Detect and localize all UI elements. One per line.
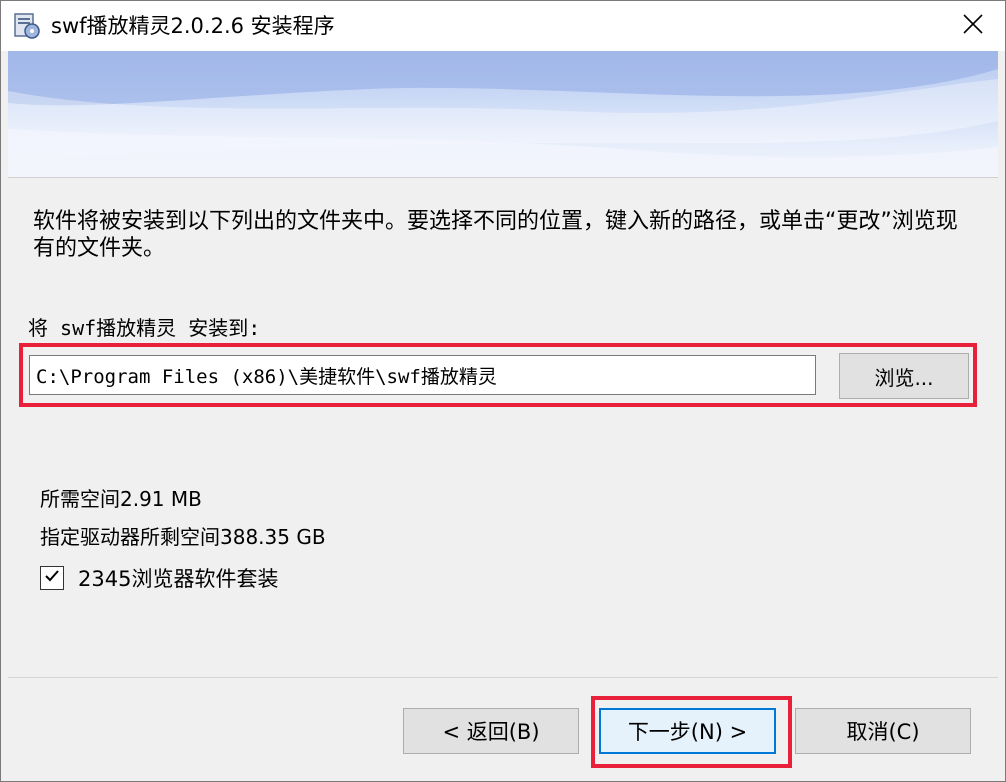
- install-location-label: 将 swf播放精灵 安装到:: [28, 316, 261, 340]
- install-path-input[interactable]: [29, 355, 816, 395]
- header-banner: [8, 51, 998, 177]
- installer-window: swf播放精灵2.0.2.6 安装程序 软件将被安装到以下列出的文件夹中。要选择…: [0, 0, 1006, 782]
- title-bar: swf播放精灵2.0.2.6 安装程序: [1, 1, 1005, 51]
- close-button[interactable]: [941, 1, 1005, 51]
- bundle-checkbox-label: 2345浏览器软件套装: [78, 567, 279, 591]
- close-icon: [962, 13, 984, 39]
- next-button[interactable]: 下一步(N) >: [599, 708, 776, 754]
- browse-button[interactable]: 浏览...: [839, 353, 969, 399]
- instruction-text: 软件将被安装到以下列出的文件夹中。要选择不同的位置，键入新的路径，或单击“更改”…: [33, 209, 958, 261]
- back-button[interactable]: < 返回(B): [403, 708, 579, 754]
- checkmark-icon: [43, 567, 61, 589]
- cancel-button[interactable]: 取消(C): [795, 708, 971, 754]
- free-space-text: 指定驱动器所剩空间388.35 GB: [40, 525, 326, 549]
- content-panel: 软件将被安装到以下列出的文件夹中。要选择不同的位置，键入新的路径，或单击“更改”…: [8, 177, 998, 676]
- window-title: swf播放精灵2.0.2.6 安装程序: [51, 14, 335, 38]
- bundle-checkbox[interactable]: [40, 566, 64, 590]
- required-space-text: 所需空间2.91 MB: [40, 487, 202, 511]
- next-button-label: 下一步(N) >: [627, 720, 748, 744]
- bundle-checkbox-row[interactable]: 2345浏览器软件套装: [40, 563, 278, 593]
- installer-icon: [13, 12, 41, 40]
- footer-bar: < 返回(B) 下一步(N) > 取消(C): [8, 677, 998, 776]
- banner-wave-graphic: [8, 51, 998, 177]
